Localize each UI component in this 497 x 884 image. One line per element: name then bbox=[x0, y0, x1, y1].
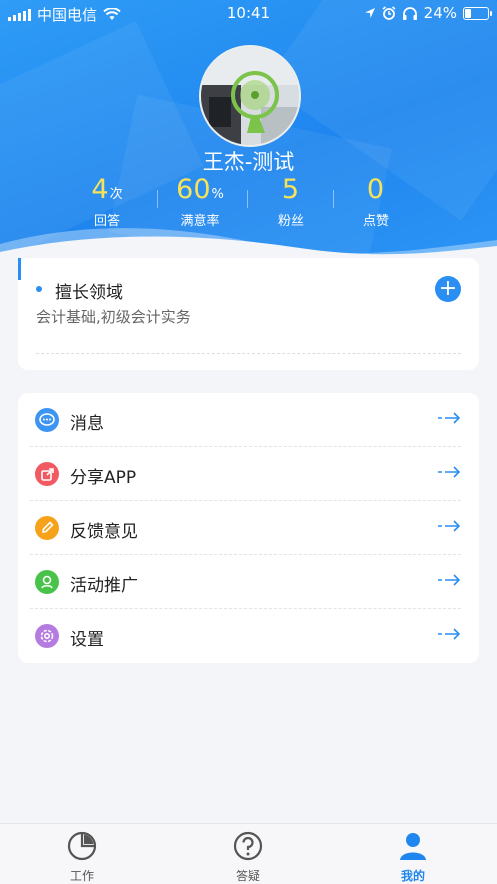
tab-label: 答疑 bbox=[235, 869, 260, 883]
arrow-right-icon bbox=[438, 574, 461, 586]
menu-item-promotion[interactable]: 活动推广 bbox=[18, 555, 479, 609]
stat-unit: 次 bbox=[109, 187, 123, 202]
pencil-icon bbox=[35, 516, 59, 540]
stat-likes[interactable]: 0 点赞 bbox=[331, 172, 421, 229]
expertise-areas: 会计基础,初级会计实务 bbox=[36, 308, 191, 326]
alarm-icon bbox=[382, 6, 396, 20]
stat-value: 60 bbox=[176, 174, 211, 205]
menu-item-label: 活动推广 bbox=[70, 576, 138, 596]
plus-circle-icon[interactable]: + bbox=[435, 276, 461, 302]
menu-item-share-app[interactable]: 分享APP bbox=[18, 447, 479, 501]
pie-chart-icon bbox=[67, 831, 97, 861]
expertise-title: 擅长领域 bbox=[55, 283, 123, 303]
share-icon bbox=[35, 462, 59, 486]
menu-item-settings[interactable]: 设置 bbox=[18, 609, 479, 663]
battery-icon bbox=[463, 6, 492, 20]
headphones-icon bbox=[402, 7, 417, 20]
arrow-right-icon bbox=[438, 520, 461, 532]
stat-answers[interactable]: 4次 回答 bbox=[62, 172, 152, 229]
menu-item-label: 反馈意见 bbox=[70, 522, 138, 542]
menu-item-label: 设置 bbox=[70, 630, 104, 650]
tab-work[interactable]: 工作 bbox=[42, 830, 122, 884]
arrow-right-icon bbox=[438, 628, 461, 640]
stat-fans[interactable]: 5 粉丝 bbox=[246, 172, 336, 229]
stat-unit: % bbox=[211, 187, 224, 202]
message-icon bbox=[35, 408, 59, 432]
question-icon bbox=[233, 831, 263, 861]
menu-item-messages[interactable]: 消息 bbox=[18, 393, 479, 447]
menu-item-feedback[interactable]: 反馈意见 bbox=[18, 501, 479, 555]
person-icon bbox=[400, 833, 426, 860]
tab-mine[interactable]: 我的 bbox=[373, 830, 453, 884]
user-icon bbox=[35, 570, 59, 594]
status-bar: 中国电信 10:41 24% bbox=[0, 0, 497, 26]
arrow-right-icon bbox=[438, 412, 461, 424]
stat-value: 4 bbox=[91, 174, 109, 205]
expertise-card: 擅长领域 + 会计基础,初级会计实务 bbox=[18, 258, 479, 370]
bullet-dot bbox=[36, 286, 42, 292]
divider bbox=[36, 353, 461, 354]
menu-item-label: 分享APP bbox=[70, 468, 137, 488]
tab-label: 我的 bbox=[400, 869, 425, 883]
avatar[interactable] bbox=[199, 45, 301, 147]
arrow-right-icon bbox=[438, 466, 461, 478]
menu-list: 消息 分享APP 反馈意见 活动推广 设置 bbox=[18, 393, 479, 663]
location-arrow-icon bbox=[364, 8, 375, 18]
stat-satisfaction[interactable]: 60% 满意率 bbox=[155, 172, 245, 229]
stat-value: 5 bbox=[281, 174, 300, 205]
accent-bar bbox=[18, 258, 21, 280]
battery-percent: 24% bbox=[423, 4, 457, 22]
profile-header: 中国电信 10:41 24% 王杰-测试 4次 回答 60% 满意率 5 粉丝 … bbox=[0, 0, 497, 280]
tab-bar: 工作 答疑 我的 bbox=[0, 823, 497, 884]
gear-icon bbox=[35, 624, 59, 648]
tab-qa[interactable]: 答疑 bbox=[208, 830, 288, 884]
menu-item-label: 消息 bbox=[70, 414, 104, 434]
tab-label: 工作 bbox=[69, 869, 94, 883]
stat-value: 0 bbox=[366, 174, 385, 205]
